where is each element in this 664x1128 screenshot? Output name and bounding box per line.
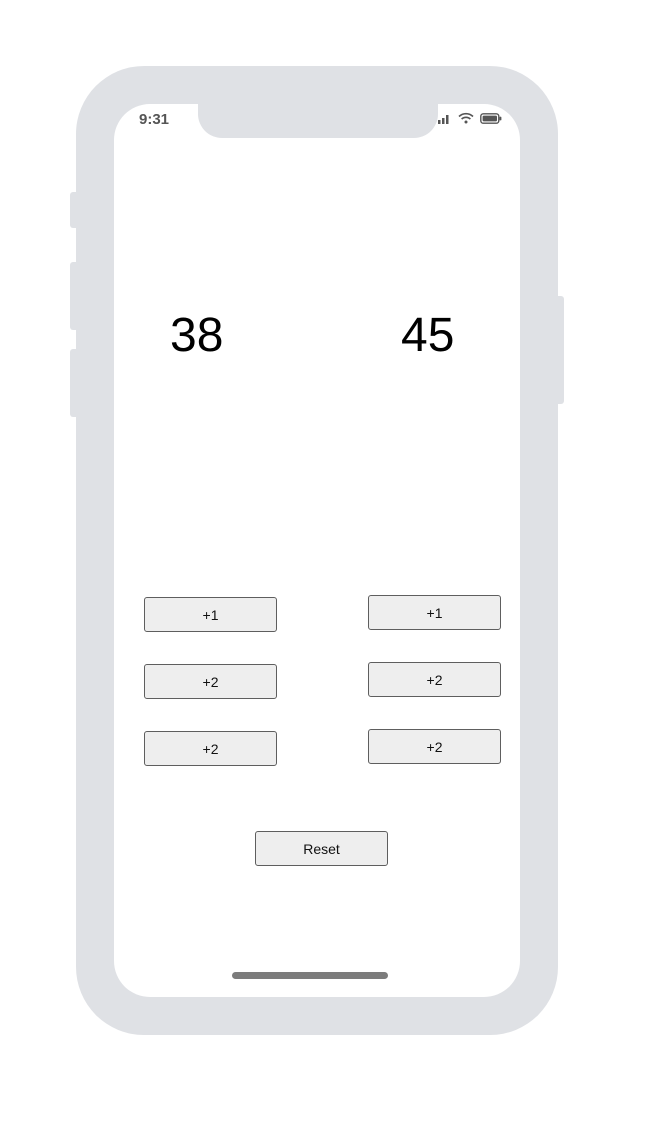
team-b-plus-two-button-2[interactable]: +2 — [368, 729, 501, 764]
wifi-icon — [458, 112, 474, 124]
team-a-plus-two-button-2[interactable]: +2 — [144, 731, 277, 766]
status-time: 9:31 — [139, 111, 170, 128]
team-b-score: 45 — [401, 309, 455, 362]
phone-screen: 9:31 38 45 +1 +2 +2 +1 +2 +2 Reset — [114, 104, 520, 997]
team-a-score: 38 — [170, 309, 224, 362]
stage: 9:31 38 45 +1 +2 +2 +1 +2 +2 Reset — [0, 0, 664, 1128]
team-a-plus-one-button[interactable]: +1 — [144, 597, 277, 632]
signal-icon — [438, 114, 449, 124]
team-b-plus-one-button[interactable]: +1 — [368, 595, 501, 630]
home-indicator — [232, 972, 388, 979]
battery-icon — [480, 112, 502, 124]
status-icons — [438, 112, 502, 124]
team-a-plus-two-button[interactable]: +2 — [144, 664, 277, 699]
team-b-plus-two-button[interactable]: +2 — [368, 662, 501, 697]
reset-button[interactable]: Reset — [255, 831, 388, 866]
notch — [198, 104, 438, 138]
